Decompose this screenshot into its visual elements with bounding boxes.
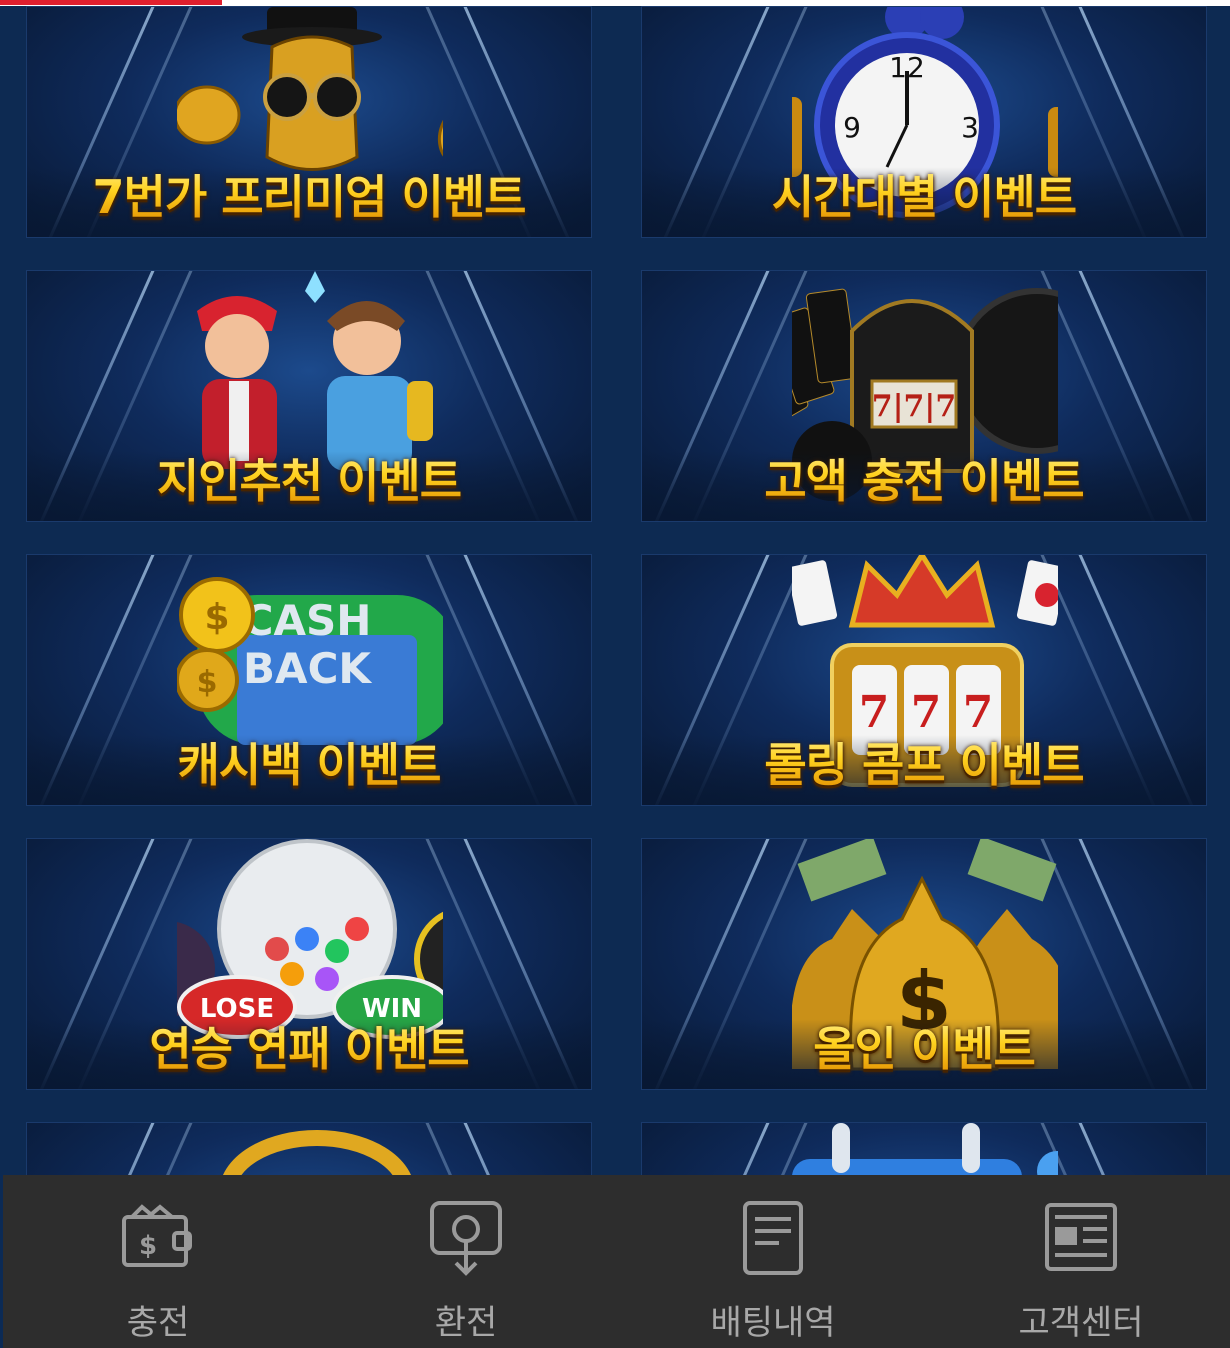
nav-item-charge[interactable]: $ 충전 bbox=[58, 1175, 258, 1348]
event-title: 지인추천 이벤트 bbox=[27, 445, 591, 511]
svg-text:CASH: CASH bbox=[243, 596, 372, 645]
svg-text:$: $ bbox=[204, 597, 229, 638]
event-card-cashback[interactable]: CASH BACK $ $ 캐시백 이벤트 bbox=[26, 554, 592, 806]
event-card-high-charge[interactable]: 7|7|7 고액 충전 이벤트 bbox=[641, 270, 1207, 522]
wallet-dollar-icon: $ bbox=[122, 1204, 192, 1267]
nav-label: 고객센터 bbox=[1018, 1303, 1144, 1343]
nav-label: 배팅내역 bbox=[710, 1303, 836, 1343]
event-card-streak[interactable]: LOSE WIN 연승 연패 이벤트 bbox=[26, 838, 592, 1090]
svg-text:9: 9 bbox=[843, 111, 861, 144]
bottom-navigation: $ 충전 환전 배팅내역 고객센터 bbox=[0, 1175, 1230, 1348]
event-card-premium[interactable]: 7번가 프리미엄 이벤트 bbox=[26, 6, 592, 238]
event-title: 시간대별 이벤트 bbox=[642, 161, 1206, 227]
event-title: 올인 이벤트 bbox=[642, 1013, 1206, 1079]
event-card-rolling-comp[interactable]: 7 7 7 롤링 콤프 이벤트 bbox=[641, 554, 1207, 806]
event-title: 7번가 프리미엄 이벤트 bbox=[27, 161, 591, 227]
nav-label: 충전 bbox=[126, 1303, 190, 1343]
calendar-icon bbox=[792, 1123, 1058, 1175]
nav-label: 환전 bbox=[434, 1303, 498, 1343]
document-icon bbox=[743, 1201, 803, 1275]
svg-text:$: $ bbox=[139, 1231, 157, 1261]
event-title: 고액 충전 이벤트 bbox=[642, 445, 1206, 511]
withdraw-icon bbox=[430, 1201, 502, 1276]
nav-item-withdraw[interactable]: 환전 bbox=[366, 1175, 566, 1348]
event-title: 롤링 콤프 이벤트 bbox=[642, 729, 1206, 795]
nav-item-customer-center[interactable]: 고객센터 bbox=[981, 1175, 1181, 1348]
event-card-partial-right[interactable] bbox=[641, 1122, 1207, 1175]
gold-ring-icon bbox=[223, 1130, 411, 1175]
event-card-all-in[interactable]: $ 올인 이벤트 bbox=[641, 838, 1207, 1090]
svg-text:$: $ bbox=[197, 665, 218, 700]
event-card-partial-left[interactable] bbox=[26, 1122, 592, 1175]
event-grid: 7번가 프리미엄 이벤트 12 9 3 시간대별 이벤트 지인추천 이벤트 7|… bbox=[0, 6, 1230, 1175]
nav-item-betting-history[interactable]: 배팅내역 bbox=[673, 1175, 873, 1348]
event-title: 캐시백 이벤트 bbox=[27, 729, 591, 795]
event-title: 연승 연패 이벤트 bbox=[27, 1013, 591, 1079]
top-accent-bar bbox=[0, 0, 222, 5]
event-card-time[interactable]: 12 9 3 시간대별 이벤트 bbox=[641, 6, 1207, 238]
event-card-referral[interactable]: 지인추천 이벤트 bbox=[26, 270, 592, 522]
svg-text:3: 3 bbox=[961, 111, 979, 144]
svg-text:7|7|7: 7|7|7 bbox=[872, 389, 956, 424]
svg-text:BACK: BACK bbox=[243, 644, 372, 693]
newspaper-icon bbox=[1045, 1203, 1117, 1271]
